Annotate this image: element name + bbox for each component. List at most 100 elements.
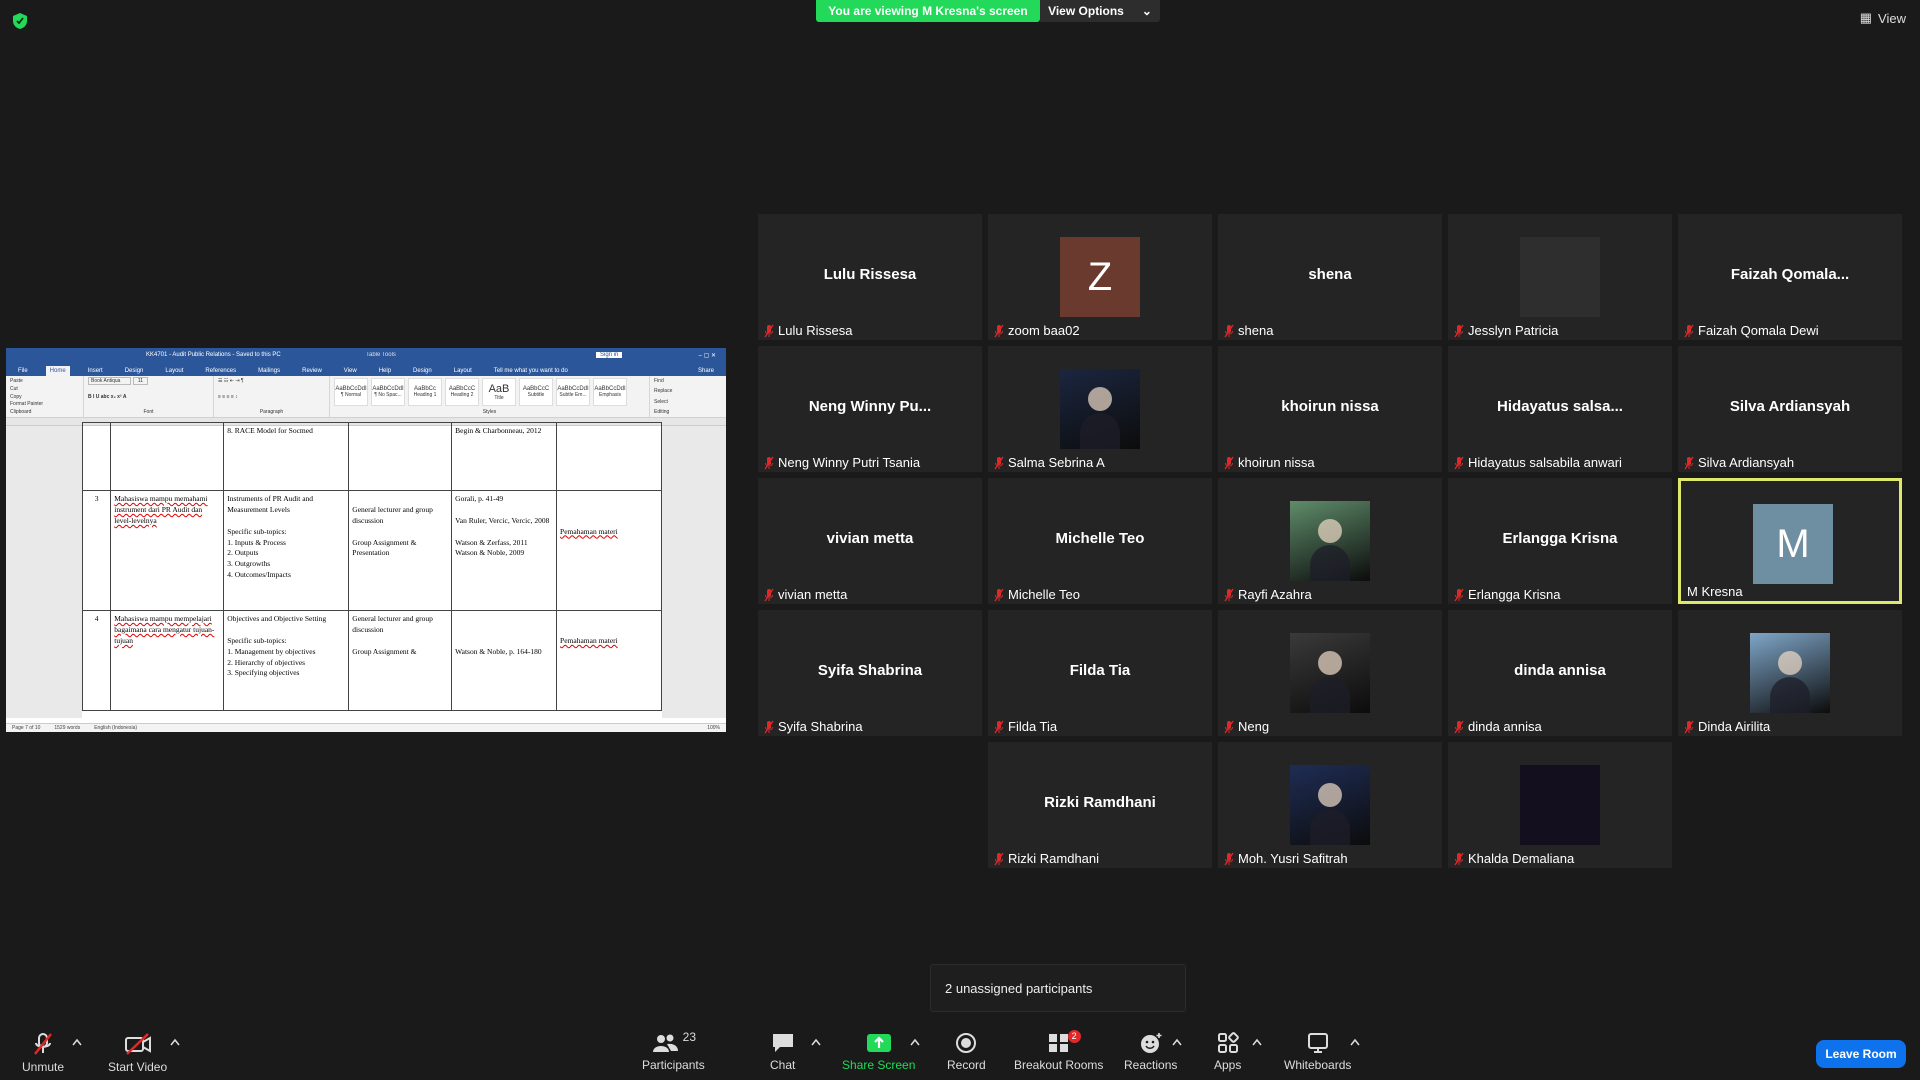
participants-button[interactable]: 23 Participants [642, 1030, 705, 1072]
shared-screen[interactable]: KK4701 - Audit Public Relations - Saved … [6, 348, 726, 732]
participant-tile[interactable]: M M Kresna [1678, 478, 1902, 604]
participant-tile[interactable]: Silva Ardiansyah Silva Ardiansyah [1678, 346, 1902, 472]
format-painter-button[interactable]: Format Painter [10, 401, 79, 407]
participant-tile[interactable]: Faizah Qomala... Faizah Qomala Dewi [1678, 214, 1902, 340]
reactions-button[interactable]: Reactions [1124, 1032, 1177, 1072]
chevron-up-icon[interactable] [72, 1038, 82, 1046]
participant-tile[interactable]: Hidayatus salsa... Hidayatus salsabila an… [1448, 346, 1672, 472]
select-button[interactable]: Select [654, 399, 702, 405]
leave-room-button[interactable]: Leave Room [1816, 1040, 1906, 1068]
tab-file[interactable]: File [14, 366, 32, 376]
view-button[interactable]: ▦ View [1860, 10, 1906, 26]
table-cell-no[interactable] [81, 422, 112, 491]
list-buttons-icon[interactable]: ☰ ☷ ⇤ ⇥ ¶ [218, 378, 325, 384]
table-cell-method[interactable] [348, 422, 453, 491]
tab-design[interactable]: Design [121, 366, 148, 376]
participant-tile[interactable]: Khalda Demaliana [1448, 742, 1672, 868]
chevron-up-icon[interactable] [811, 1038, 821, 1046]
participant-tile[interactable]: Rizki Ramdhani Rizki Ramdhani [988, 742, 1212, 868]
participant-tile[interactable]: Dinda Airilita [1678, 610, 1902, 736]
participant-tile[interactable]: Rayfi Azahra [1218, 478, 1442, 604]
participant-tile[interactable]: vivian metta vivian metta [758, 478, 982, 604]
tab-layout[interactable]: Layout [161, 366, 187, 376]
participant-tile[interactable]: Moh. Yusri Safitrah [1218, 742, 1442, 868]
security-shield-icon[interactable] [12, 12, 28, 30]
tell-me-search[interactable]: Tell me what you want to do [490, 366, 572, 376]
chevron-up-icon[interactable] [1172, 1038, 1182, 1046]
chat-button[interactable]: Chat [770, 1032, 795, 1072]
table-cell-ref[interactable]: Begin & Charbonneau, 2012 [451, 422, 558, 491]
document-page[interactable]: 8. RACE Model for Socmed Begin & Charbonn… [81, 422, 662, 718]
document-area[interactable]: 8. RACE Model for Socmed Begin & Charbonn… [6, 422, 726, 718]
whiteboards-button[interactable]: Whiteboards [1284, 1032, 1351, 1072]
table-cell-topic[interactable]: Instruments of PR Audit and Measurement … [223, 490, 350, 611]
tab-home[interactable]: Home [45, 366, 70, 376]
table-cell-ref[interactable]: Gorali, p. 41-49 Van Ruler, Vercic, Verc… [451, 490, 558, 611]
tab-table-layout[interactable]: Layout [450, 366, 476, 376]
tab-table-design[interactable]: Design [409, 366, 436, 376]
style-item[interactable]: AaBbCcDdI Emphasis [593, 378, 627, 406]
find-button[interactable]: Find [654, 378, 702, 384]
tab-review[interactable]: Review [298, 366, 326, 376]
table-cell-assess[interactable]: Pemahaman materi [556, 490, 662, 611]
view-options-button[interactable]: View Options ⌄ [1040, 0, 1160, 22]
participant-tile[interactable]: shena shena [1218, 214, 1442, 340]
unassigned-participants-tooltip[interactable]: 2 unassigned participants [930, 964, 1186, 1012]
align-buttons-icon[interactable]: ≡ ≡ ≡ ≡ ↕ [218, 394, 325, 400]
breakout-rooms-button[interactable]: 2 Breakout Rooms [1014, 1030, 1103, 1072]
table-cell-assess[interactable]: Pemahaman materi [556, 610, 662, 711]
font-format-buttons-icon[interactable]: B I U abc x₂ x² A [88, 394, 209, 400]
share-doc-button[interactable]: Share [694, 366, 718, 376]
chevron-up-icon[interactable] [1350, 1038, 1360, 1046]
style-item[interactable]: AaBbCcC Subtitle [519, 378, 553, 406]
participant-tile[interactable]: Erlangga Krisna Erlangga Krisna [1448, 478, 1672, 604]
copy-button[interactable]: Copy [10, 394, 79, 400]
participant-tile[interactable]: Neng Winny Pu... Neng Winny Putri Tsania [758, 346, 982, 472]
replace-button[interactable]: Replace [654, 388, 702, 394]
share-screen-button[interactable]: Share Screen [842, 1032, 915, 1072]
chevron-up-icon[interactable] [170, 1038, 180, 1046]
zoom-level[interactable]: 100% [707, 725, 720, 731]
tab-help[interactable]: Help [375, 366, 395, 376]
participant-tile[interactable]: dinda annisa dinda annisa [1448, 610, 1672, 736]
table-cell-method[interactable]: General lecturer and group discussion Gr… [348, 610, 453, 711]
style-item[interactable]: AaBbCcDdI ¶ Normal [334, 378, 368, 406]
style-item[interactable]: AaBbCcC Heading 2 [445, 378, 479, 406]
font-name-select[interactable]: Book Antiqua [88, 377, 132, 385]
table-cell-objective[interactable]: Mahasiswa mampu memahami instrument dari… [110, 490, 225, 611]
participant-tile[interactable]: Jesslyn Patricia [1448, 214, 1672, 340]
style-item[interactable]: AaBbCc Heading 1 [408, 378, 442, 406]
start-video-button[interactable]: Start Video [108, 1032, 167, 1074]
sign-in-button[interactable]: Sign in [596, 352, 623, 358]
participant-tile[interactable]: Salma Sebrina A [988, 346, 1212, 472]
unmute-button[interactable]: Unmute [22, 1032, 64, 1074]
style-item[interactable]: AaBbCcDdI Subtle Em... [556, 378, 590, 406]
table-cell-method[interactable]: General lecturer and group discussion Gr… [348, 490, 453, 611]
style-item[interactable]: AaB Title [482, 378, 516, 406]
font-size-select[interactable]: 11 [132, 377, 149, 385]
table-cell-ref[interactable]: Watson & Noble, p. 164-180 [451, 610, 558, 711]
tab-references[interactable]: References [201, 366, 240, 376]
table-cell-no[interactable]: 4 [81, 610, 112, 711]
paste-button[interactable]: Paste [10, 378, 79, 384]
participant-tile[interactable]: Lulu Rissesa Lulu Rissesa [758, 214, 982, 340]
table-cell-topic[interactable]: Objectives and Objective Setting Specifi… [223, 610, 350, 711]
table-cell-objective[interactable]: Mahasiswa mampu mempelajari bagaimana ca… [110, 610, 225, 711]
tab-mailings[interactable]: Mailings [254, 366, 284, 376]
apps-button[interactable]: Apps [1214, 1032, 1241, 1072]
participant-tile[interactable]: Michelle Teo Michelle Teo [988, 478, 1212, 604]
table-cell-objective[interactable] [110, 422, 225, 491]
window-controls-icon[interactable]: – ▢ ✕ [699, 352, 716, 359]
table-cell-assess[interactable] [556, 422, 662, 491]
style-item[interactable]: AaBbCcDdI ¶ No Spac... [371, 378, 405, 406]
tab-insert[interactable]: Insert [84, 366, 107, 376]
table-cell-topic[interactable]: 8. RACE Model for Socmed [223, 422, 350, 491]
participant-tile[interactable]: Filda Tia Filda Tia [988, 610, 1212, 736]
cut-button[interactable]: Cut [10, 386, 79, 392]
tab-view[interactable]: View [340, 366, 361, 376]
participant-tile[interactable]: Syifa Shabrina Syifa Shabrina [758, 610, 982, 736]
chevron-up-icon[interactable] [910, 1038, 920, 1046]
table-cell-no[interactable]: 3 [81, 490, 112, 611]
participant-tile[interactable]: khoirun nissa khoirun nissa [1218, 346, 1442, 472]
participant-tile[interactable]: Neng [1218, 610, 1442, 736]
